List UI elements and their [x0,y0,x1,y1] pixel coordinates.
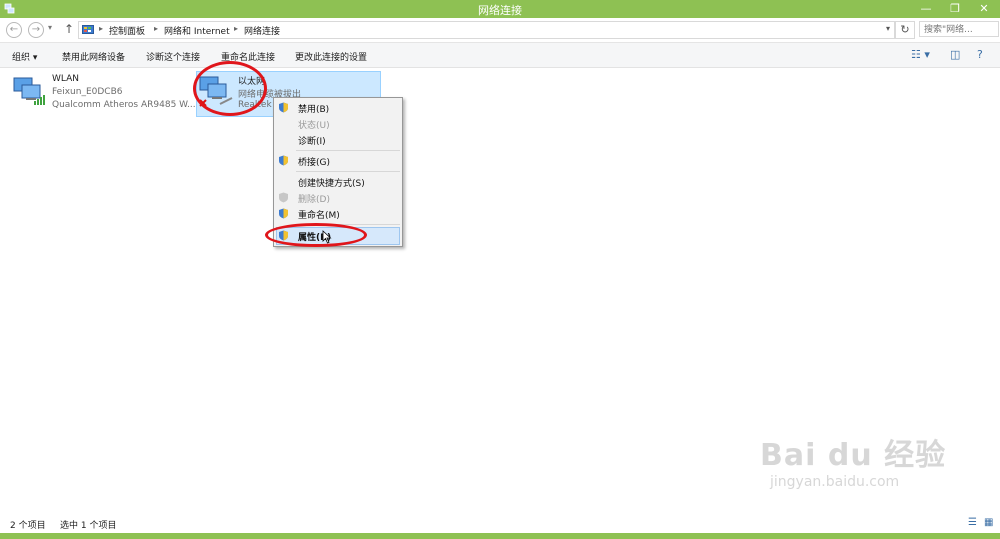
menu-item-diagnose[interactable]: 诊断(I) [298,134,326,147]
wlan-name: WLAN [52,74,80,84]
refresh-button[interactable]: ↻ [895,21,915,39]
large-icons-view-icon[interactable]: ▦ [984,517,993,528]
wireless-adapter-icon [13,77,45,105]
breadcrumb-network-connections[interactable]: 网络连接 [244,24,280,37]
minimize-button[interactable]: — [912,0,940,18]
address-dropdown-icon[interactable]: ▾ [886,24,890,33]
watermark-url: jingyan.baidu.com [770,474,900,490]
organize-button[interactable]: 组织 ▾ [12,50,37,63]
forward-button[interactable]: → [28,22,44,38]
window-title: 网络连接 [478,4,522,17]
annotation-circle-properties [265,223,367,247]
selected-count: 选中 1 个项目 [60,521,117,531]
back-button[interactable]: ← [6,22,22,38]
status-bar: 2 个项目 选中 1 个项目 ☰ ▦ [0,515,1000,533]
menu-separator [296,171,400,172]
uac-shield-icon [279,192,288,203]
uac-shield-icon [279,155,288,166]
item-count: 2 个项目 [10,521,46,531]
change-settings-button[interactable]: 更改此连接的设置 [295,50,367,63]
address-bar-row: ← → ▾ ↑ ▸ 控制面板 ▸ 网络和 Internet ▸ 网络连接 ▾ ↻… [0,18,1000,43]
close-button[interactable]: ✕ [970,0,998,18]
search-input[interactable]: 搜索"网络... [919,21,999,37]
wlan-network: Feixun_E0DCB6 [52,87,123,97]
menu-item-disable[interactable]: 禁用(B) [298,102,329,115]
up-button[interactable]: ↑ [64,22,74,36]
baidu-watermark: Bai du 经验 jingyan.baidu.com [760,430,946,490]
preview-pane-icon[interactable]: ◫ [950,48,960,61]
view-options-icon[interactable]: ☷ ▾ [911,48,930,61]
diagnose-connection-button[interactable]: 诊断这个连接 [146,50,200,63]
address-box[interactable]: ▸ 控制面板 ▸ 网络和 Internet ▸ 网络连接 ▾ [78,21,895,39]
menu-separator [296,150,400,151]
taskbar [0,533,1000,539]
menu-item-status[interactable]: 状态(U) [298,118,330,131]
annotation-circle-ethernet [193,61,267,116]
breadcrumb-network-internet[interactable]: 网络和 Internet [164,24,230,37]
title-bar: 网络连接 — ❐ ✕ [0,0,1000,18]
uac-shield-icon [279,102,288,113]
help-icon[interactable]: ? [977,48,983,61]
menu-item-rename[interactable]: 重命名(M) [298,208,340,221]
menu-item-create-shortcut[interactable]: 创建快捷方式(S) [298,176,365,189]
recent-locations-icon[interactable]: ▾ [48,23,52,32]
menu-item-delete[interactable]: 删除(D) [298,192,330,205]
command-bar: 组织 ▾ 禁用此网络设备 诊断这个连接 重命名此连接 更改此连接的设置 ☷ ▾ … [0,43,1000,68]
wlan-adapter: Qualcomm Atheros AR9485 W... [52,100,196,110]
menu-item-bridge[interactable]: 桥接(G) [298,155,330,168]
watermark-brand: Bai du 经验 [760,438,947,473]
uac-shield-icon [279,208,288,219]
details-view-icon[interactable]: ☰ [968,517,977,528]
control-panel-icon [82,25,94,34]
disable-device-button[interactable]: 禁用此网络设备 [62,50,125,63]
maximize-button[interactable]: ❐ [941,0,969,18]
breadcrumb-control-panel[interactable]: 控制面板 [109,24,145,37]
